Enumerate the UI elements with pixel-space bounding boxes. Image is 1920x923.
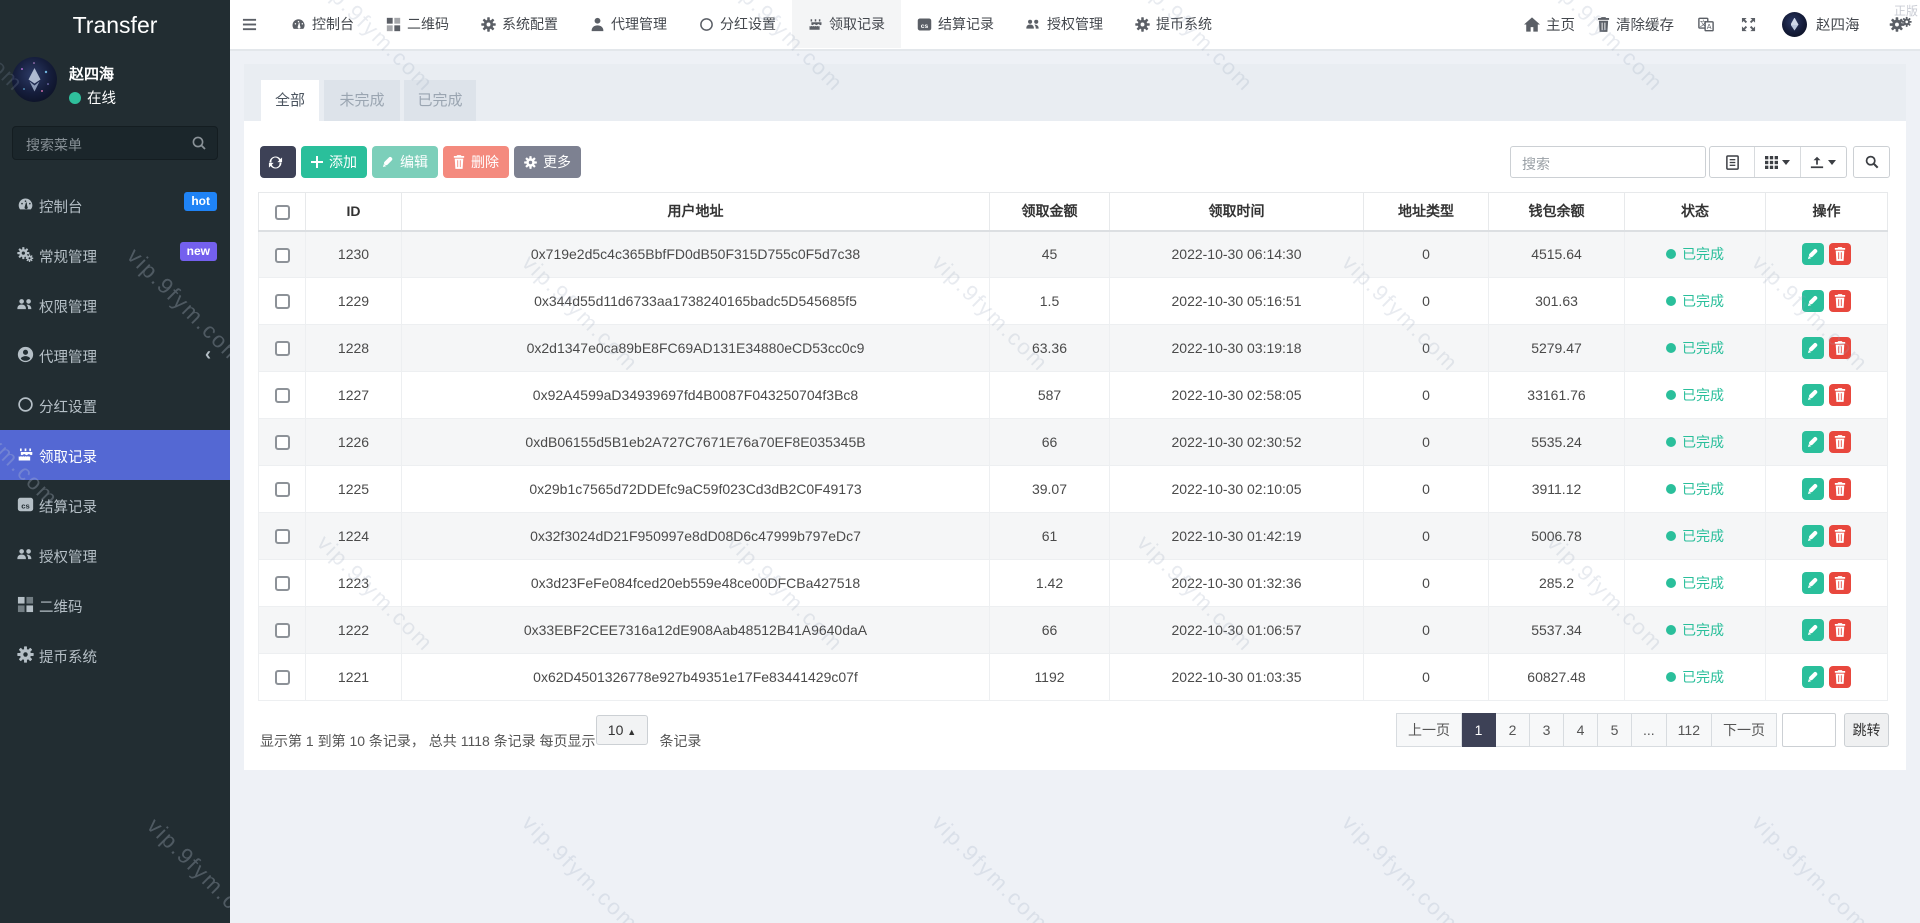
svg-text:A: A [1707, 22, 1712, 30]
svg-text:cs: cs [921, 22, 929, 29]
svg-text:cs: cs [21, 501, 29, 510]
